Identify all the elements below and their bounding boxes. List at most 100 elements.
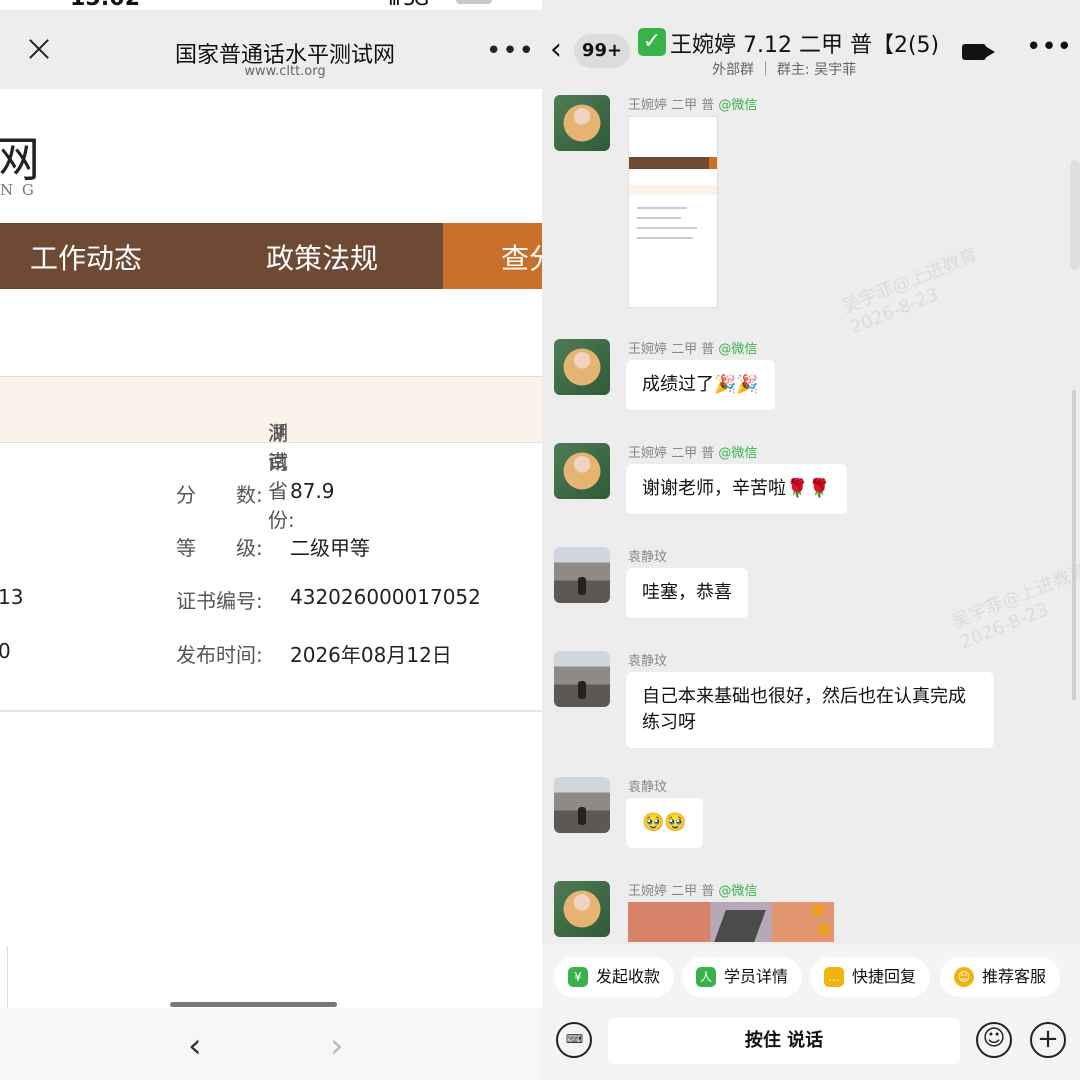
province-row: 测试省份: 湖南 [0, 377, 542, 532]
service-icon: ☺ [954, 967, 974, 987]
sender-name: 王婉婷 二甲 普 @微信 [628, 442, 757, 461]
watermark: 吴宇菲@上进教育 2026-8-23 [949, 560, 1080, 655]
sender-name: 王婉婷 二甲 普 @微信 [628, 94, 757, 113]
avatar[interactable] [554, 881, 610, 937]
avatar[interactable] [554, 443, 610, 499]
plus-icon[interactable]: + [1030, 1022, 1066, 1058]
nav-item-score-query-label: 查分 [501, 242, 542, 275]
site-logo-subtext: N G [0, 181, 36, 199]
row-edge-text: 0 [0, 639, 11, 663]
quick-action-student-detail[interactable]: 人 学员详情 [682, 957, 803, 997]
message-bubble[interactable]: 🥹🥹 [626, 798, 703, 848]
unread-badge[interactable]: 99+ [574, 34, 630, 68]
status-bar: 15:02 ııl 5G [0, 0, 542, 11]
thumbnail-nav [629, 157, 717, 169]
page-url: www.cltt.org [244, 64, 326, 79]
nav-item-score-query[interactable]: 查分 [443, 223, 542, 289]
close-icon[interactable] [24, 34, 54, 64]
avatar[interactable] [554, 339, 610, 395]
avatar[interactable] [554, 95, 610, 151]
score-label: 分 数: [176, 483, 263, 507]
chat-input-bar: ⌨ 按住 说话 ☺ + [542, 1008, 1080, 1080]
avatar[interactable] [554, 777, 610, 833]
grade-value: 二级甲等 [290, 536, 370, 560]
chat-header: ‹ 99+ ✓ 王婉婷 7.12 二甲 普【2(5) 外部群 ｜ 群主: 吴宇菲… [542, 0, 1080, 84]
quick-action-bar: ¥ 发起收款 人 学员详情 … 快捷回复 ☺ 推荐客服 [542, 944, 1080, 1008]
publish-time-value: 2026年08月12日 [290, 643, 452, 667]
quick-action-quick-reply[interactable]: … 快捷回复 [810, 957, 931, 997]
thumbnail-line [637, 237, 693, 239]
certificate-value: 432026000017052 [290, 585, 481, 609]
sender-label: 王婉婷 二甲 普 [628, 446, 715, 461]
avatar[interactable] [554, 547, 610, 603]
quick-action-collect-payment[interactable]: ¥ 发起收款 [554, 957, 675, 997]
more-icon[interactable]: ••• [1026, 34, 1072, 60]
forward-arrow-icon[interactable]: › [330, 1026, 344, 1066]
sender-name: 袁静玟 [628, 654, 668, 669]
emoji-icon[interactable]: ☺ [976, 1022, 1012, 1058]
chat-bubble-icon: … [824, 967, 844, 987]
signal-icon: ııl 5G [388, 0, 429, 10]
browser-panel: 15:02 ııl 5G 国家普通话水平测试网 www.cltt.org •••… [0, 0, 542, 1080]
back-arrow-icon[interactable]: ‹ [188, 1026, 202, 1066]
image-thumbnail[interactable] [628, 902, 834, 942]
back-arrow-icon[interactable]: ‹ [550, 32, 562, 67]
more-icon[interactable]: ••• [486, 38, 535, 64]
score-value: 87.9 [290, 479, 335, 503]
province-value: 湖南 [268, 421, 288, 474]
quick-action-label: 快捷回复 [852, 967, 917, 986]
watermark: 吴宇菲@上进教育 2026-8-23 [839, 245, 989, 340]
sender-label: 王婉婷 二甲 普 [628, 884, 715, 899]
sender-source: @微信 [718, 98, 758, 113]
side-handle[interactable] [1070, 160, 1080, 270]
result-card: 测试省份: 湖南 分 数: 87.9 等 级: 二级甲等 13 证书编号: 432… [0, 376, 542, 712]
message-bubble[interactable]: 谢谢老师，辛苦啦🌹🌹 [626, 464, 847, 514]
result-row-grade: 等 级: 二级甲等 [0, 532, 542, 562]
site-logo-text: 网 [0, 132, 41, 188]
sender-name: 王婉婷 二甲 普 @微信 [628, 880, 757, 899]
sender-source: @微信 [718, 884, 758, 899]
message-bubble[interactable]: 成绩过了🎉🎉 [626, 360, 775, 410]
chat-subtitle: 外部群 ｜ 群主: 吴宇菲 [712, 62, 857, 78]
sender-name: 袁静玟 [628, 550, 668, 565]
chat-panel: ‹ 99+ ✓ 王婉婷 7.12 二甲 普【2(5) 外部群 ｜ 群主: 吴宇菲… [542, 0, 1080, 1080]
row-edge-text: 13 [0, 585, 24, 609]
site-nav: 工作动态 政策法规 查分 [0, 223, 542, 289]
nav-item-policy[interactable]: 政策法规 [266, 237, 378, 277]
sender-name: 王婉婷 二甲 普 @微信 [628, 338, 757, 357]
quick-action-label: 推荐客服 [982, 967, 1047, 986]
avatar[interactable] [554, 651, 610, 707]
thumbnail-line [637, 207, 687, 209]
nav-item-work-news[interactable]: 工作动态 [30, 237, 142, 277]
thumbnail-row [629, 185, 717, 195]
grade-label: 等 级: [176, 536, 263, 560]
battery-icon [456, 0, 492, 4]
hold-to-talk-button[interactable]: 按住 说话 [608, 1018, 960, 1064]
edge-fragment [0, 946, 8, 1008]
thumbnail-nav-accent [709, 157, 717, 169]
result-row-publish-time: 0 发布时间: 2026年08月12日 [0, 639, 542, 669]
image-thumbnail[interactable] [628, 116, 718, 308]
scrollbar[interactable] [1072, 390, 1076, 700]
browser-bottom-bar [0, 1008, 542, 1080]
quick-action-recommend-service[interactable]: ☺ 推荐客服 [940, 957, 1061, 997]
video-call-icon[interactable] [962, 44, 995, 60]
sender-source: @微信 [718, 446, 758, 461]
sender-name: 袁静玟 [628, 780, 668, 795]
message-bubble[interactable]: 自己本来基础也很好，然后也在认真完成练习呀 [626, 672, 994, 748]
flower-dot [818, 924, 830, 936]
payment-icon: ¥ [568, 967, 588, 987]
sender-label: 王婉婷 二甲 普 [628, 342, 715, 357]
quick-action-label: 学员详情 [724, 967, 789, 986]
message-bubble[interactable]: 哇塞，恭喜 [626, 568, 748, 618]
chat-title: 王婉婷 7.12 二甲 普【2(5) [670, 33, 940, 58]
certificate-label: 证书编号: [176, 589, 263, 613]
publish-time-label: 发布时间: [176, 643, 263, 667]
thumbnail-line [637, 227, 697, 229]
user-icon: 人 [696, 967, 716, 987]
sender-source: @微信 [718, 342, 758, 357]
keyboard-icon[interactable]: ⌨ [556, 1022, 592, 1058]
quick-action-label: 发起收款 [596, 967, 661, 986]
result-row-score: 分 数: 87.9 [0, 479, 542, 509]
flower-dot [812, 904, 824, 916]
